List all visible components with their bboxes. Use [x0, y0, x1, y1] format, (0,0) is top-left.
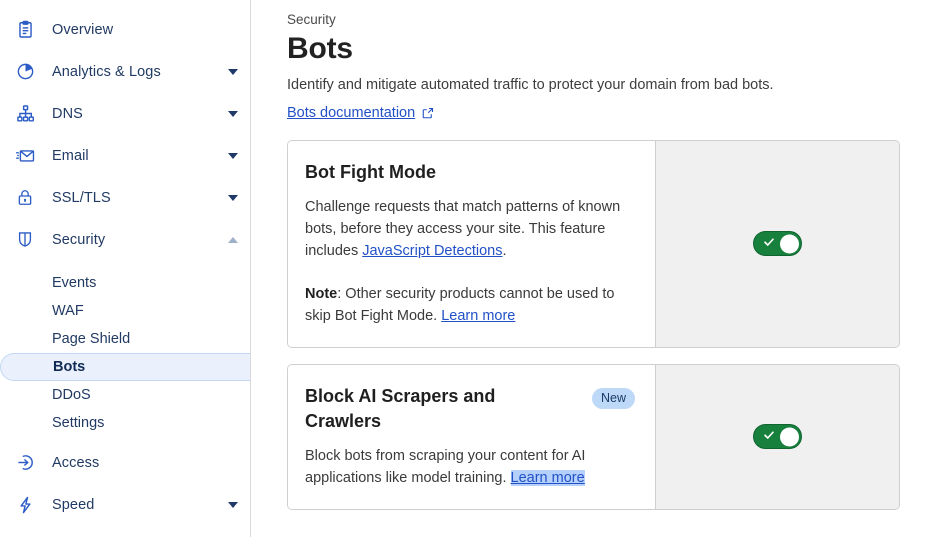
sidebar-item-label: Security	[52, 231, 106, 248]
chevron-down-icon[interactable]	[228, 194, 238, 201]
sidebar-item-label: Analytics & Logs	[52, 63, 161, 80]
check-icon	[763, 428, 775, 446]
learn-more-link[interactable]: Learn more	[441, 308, 515, 324]
bolt-icon	[14, 494, 36, 516]
card-block-ai-scrapers-and-crawlers: Block AI Scrapers and Crawlers New Block…	[287, 363, 900, 510]
bot-fight-mode-toggle[interactable]	[753, 231, 802, 257]
main-content: Security Bots Identify and mitigate auto…	[251, 0, 925, 537]
sidebar-item-label: DNS	[52, 105, 83, 122]
check-icon	[763, 235, 775, 253]
sidebar-subitem-label: Events	[52, 275, 97, 291]
chevron-up-icon[interactable]	[228, 236, 238, 243]
card-title-row: Block AI Scrapers and Crawlers New	[305, 384, 635, 435]
sidebar-item-settings[interactable]: Settings	[0, 409, 250, 437]
sidebar-item-label: Speed	[52, 496, 95, 513]
login-icon	[14, 452, 36, 474]
sidebar-subitem-label: WAF	[52, 303, 84, 319]
chevron-down-icon[interactable]	[228, 110, 238, 117]
envelope-icon	[14, 145, 36, 167]
sidebar-item-waf[interactable]: WAF	[0, 297, 250, 325]
note-label: Note	[305, 285, 338, 302]
sidebar-item-bots[interactable]: Bots	[0, 353, 250, 381]
card-note: Note: Other security products cannot be …	[305, 283, 635, 327]
sidebar-item-label: Access	[52, 454, 100, 471]
app-root: Overview Analytics & Logs DNS Email SSL/…	[0, 0, 925, 537]
shield-icon	[14, 229, 36, 251]
lock-icon	[14, 187, 36, 209]
card-title: Bot Fight Mode	[305, 162, 436, 182]
card-description: Challenge requests that match patterns o…	[305, 196, 635, 262]
breadcrumb: Security	[287, 12, 336, 27]
card-left-panel: Bot Fight Mode Challenge requests that m…	[288, 141, 655, 347]
card-title: Block AI Scrapers and Crawlers	[305, 385, 496, 432]
external-link-icon	[422, 107, 434, 119]
sidebar-item-ddos[interactable]: DDoS	[0, 381, 250, 409]
clipboard-icon	[14, 19, 36, 41]
card-title-row: Bot Fight Mode	[305, 160, 635, 186]
sidebar-item-dns[interactable]: DNS	[0, 98, 250, 129]
sidebar-item-label: Email	[52, 147, 89, 164]
sidebar-item-page-shield[interactable]: Page Shield	[0, 325, 250, 353]
sidebar-subitem-label: Page Shield	[52, 331, 131, 347]
pie-chart-icon	[14, 61, 36, 83]
sidebar-subitem-label: Bots	[53, 359, 86, 375]
card-right-panel	[655, 364, 899, 509]
sidebar: Overview Analytics & Logs DNS Email SSL/…	[0, 0, 251, 537]
bots-documentation-link[interactable]: Bots documentation	[287, 105, 415, 121]
sidebar-item-label: SSL/TLS	[52, 189, 111, 206]
sidebar-item-speed[interactable]: Speed	[0, 489, 250, 520]
card-description: Block bots from scraping your content fo…	[305, 445, 635, 489]
block-ai-scrapers-toggle[interactable]	[753, 424, 802, 450]
page-title: Bots	[287, 32, 353, 65]
sidebar-item-ssl-tls[interactable]: SSL/TLS	[0, 182, 250, 213]
sidebar-item-analytics-and-logs[interactable]: Analytics & Logs	[0, 56, 250, 87]
sidebar-subitem-label: Settings	[52, 415, 105, 431]
page-description: Identify and mitigate automated traffic …	[287, 77, 774, 93]
chevron-down-icon[interactable]	[228, 68, 238, 75]
sidebar-item-label: Overview	[52, 21, 114, 38]
sidebar-item-caching[interactable]: Caching	[0, 531, 250, 537]
card-bot-fight-mode: Bot Fight Mode Challenge requests that m…	[287, 140, 900, 348]
sitemap-icon	[14, 103, 36, 125]
documentation-link-row[interactable]: Bots documentation	[287, 105, 434, 121]
card-description-tail: .	[502, 242, 507, 259]
sidebar-item-events[interactable]: Events	[0, 269, 250, 297]
toggle-knob	[780, 427, 799, 447]
new-badge: New	[591, 387, 635, 409]
sidebar-item-email[interactable]: Email	[0, 140, 250, 171]
sidebar-subitem-label: DDoS	[52, 387, 91, 403]
sidebar-item-overview[interactable]: Overview	[0, 14, 250, 45]
javascript-detections-link[interactable]: JavaScript Detections	[362, 243, 502, 259]
learn-more-link[interactable]: Learn more	[510, 469, 585, 486]
card-left-panel: Block AI Scrapers and Crawlers New Block…	[288, 364, 655, 509]
chevron-down-icon[interactable]	[228, 152, 238, 159]
sidebar-item-security[interactable]: Security	[0, 224, 250, 255]
chevron-down-icon[interactable]	[228, 501, 238, 508]
card-right-panel	[655, 141, 899, 347]
toggle-knob	[780, 234, 799, 254]
sidebar-item-access[interactable]: Access	[0, 447, 250, 478]
